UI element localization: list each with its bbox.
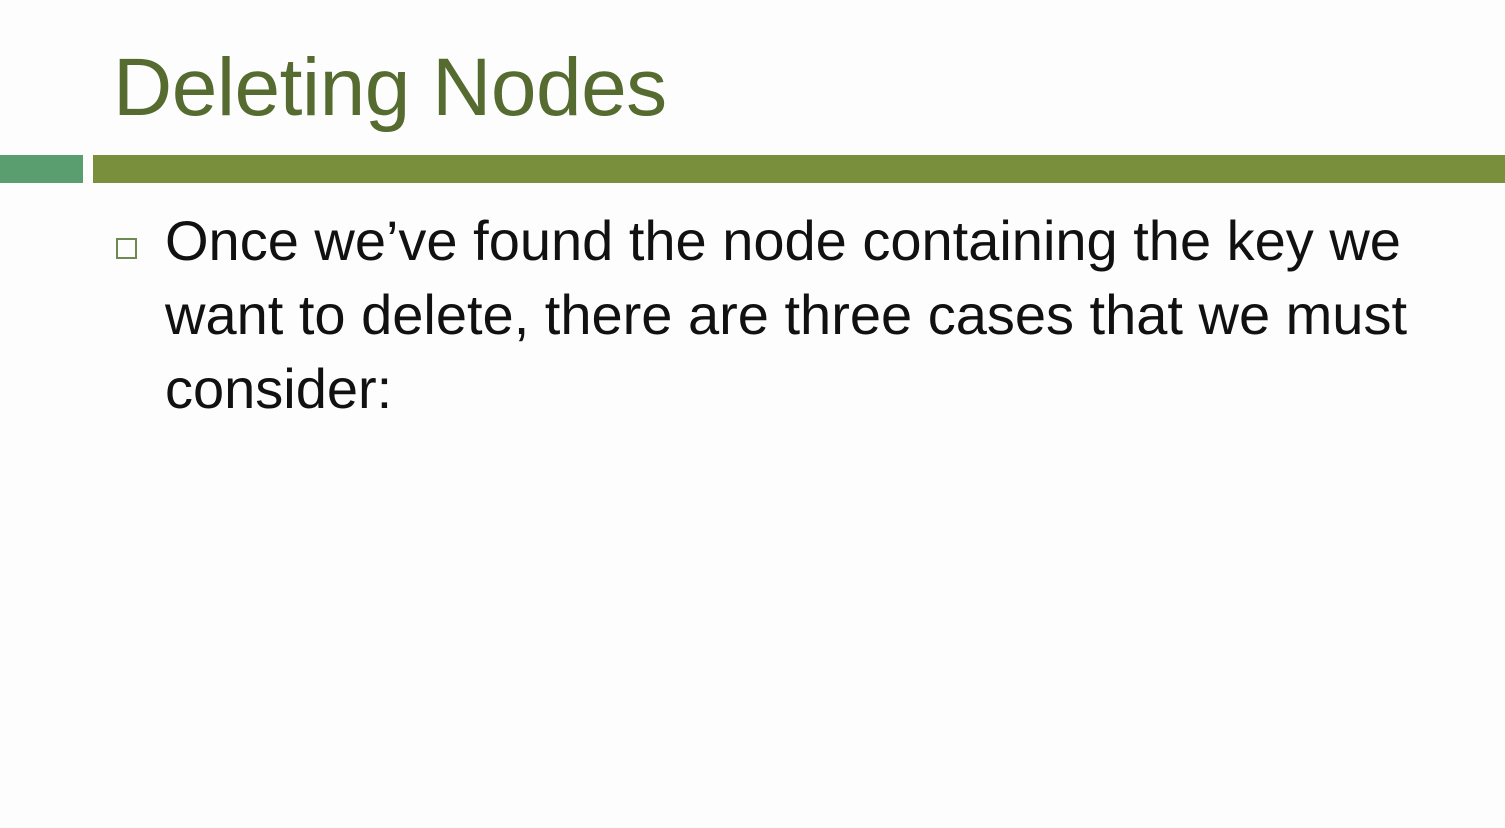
slide: Deleting Nodes Once we’ve found the node…	[0, 0, 1505, 828]
hollow-square-bullet-icon	[116, 238, 137, 259]
bullet-item: Once we’ve found the node containing the…	[113, 204, 1453, 426]
title-accent-block	[0, 155, 83, 183]
bullet-list: Once we’ve found the node containing the…	[113, 204, 1453, 426]
bullet-text: Once we’ve found the node containing the…	[165, 209, 1408, 420]
title-divider-bar	[93, 155, 1505, 183]
slide-title: Deleting Nodes	[113, 42, 667, 133]
